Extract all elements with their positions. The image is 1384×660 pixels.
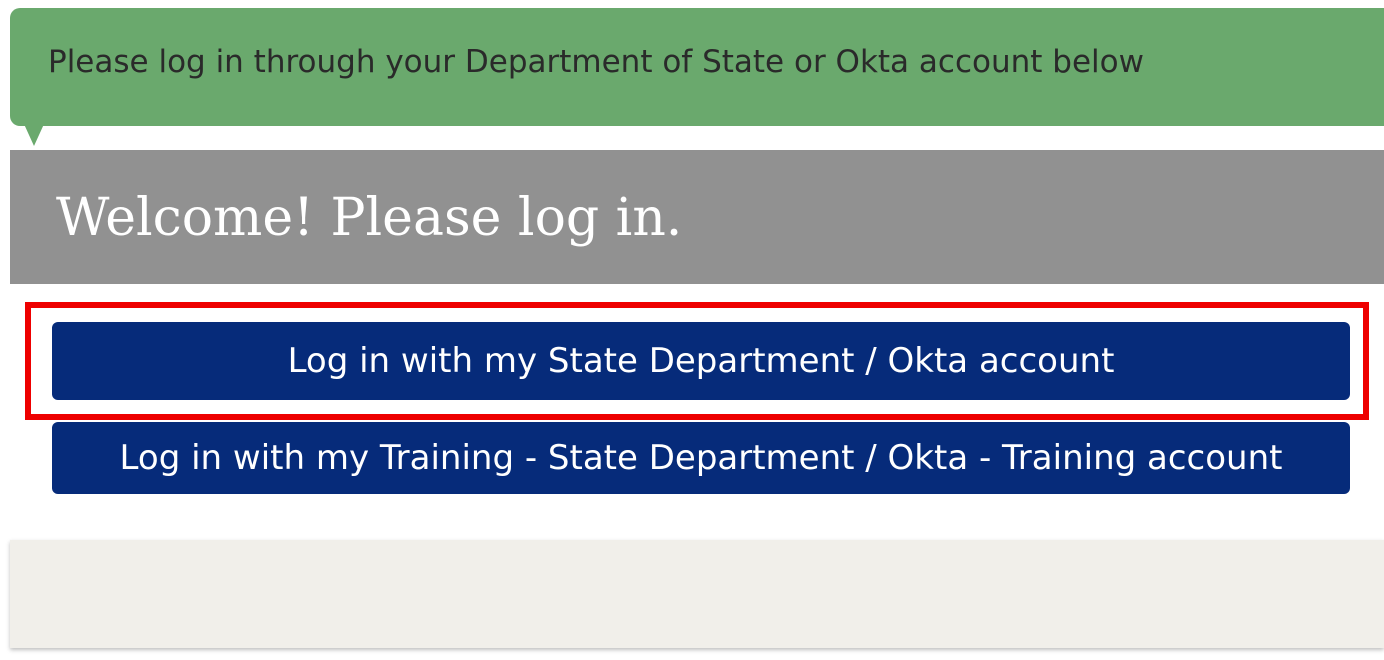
login-panel-header: Welcome! Please log in.: [10, 150, 1384, 284]
notice-pointer: [24, 124, 44, 146]
login-panel-footer: [10, 540, 1384, 648]
notice-message: Please log in through your Department of…: [48, 44, 1144, 80]
state-okta-login-button[interactable]: Log in with my State Department / Okta a…: [52, 322, 1350, 400]
login-notice-banner: Please log in through your Department of…: [10, 8, 1384, 126]
login-page: Please log in through your Department of…: [0, 0, 1384, 660]
page-title: Welcome! Please log in.: [56, 188, 683, 248]
training-okta-login-button[interactable]: Log in with my Training - State Departme…: [52, 422, 1350, 494]
